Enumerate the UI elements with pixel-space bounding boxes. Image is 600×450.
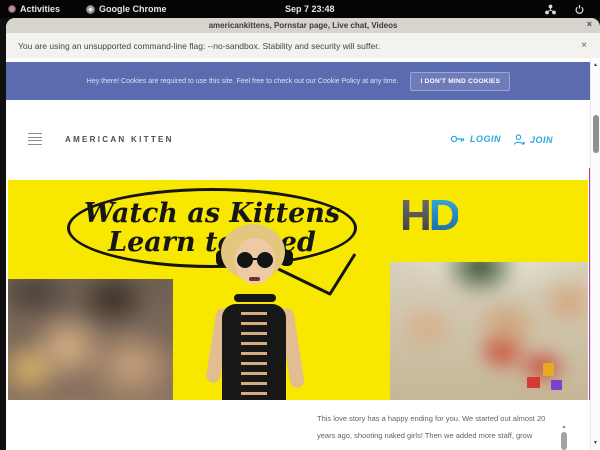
main-scroll-down-icon[interactable]: ▼	[591, 440, 600, 446]
window-title-bar[interactable]: americankittens, Pornstar page, Live cha…	[6, 18, 600, 33]
hd-letter-d: D	[429, 194, 458, 238]
hd-logo: H D	[400, 194, 458, 238]
main-scroll-up-icon[interactable]: ▲	[591, 62, 600, 68]
join-button[interactable]: JOIN	[513, 134, 553, 146]
hd-letter-h: H	[400, 194, 429, 238]
join-label: JOIN	[530, 135, 553, 145]
page-viewport: Hey there! Cookies are required to use t…	[6, 58, 600, 450]
activities-label: Activities	[20, 4, 60, 14]
main-scrollbar[interactable]: ▲ ▼	[590, 58, 600, 450]
lips-shape	[249, 277, 260, 281]
close-tab-icon[interactable]: ×	[587, 19, 592, 29]
sunglasses-left-lens	[237, 252, 253, 268]
main-scrollbar-thumb[interactable]	[593, 115, 599, 153]
gnome-top-bar: Activities Google Chrome Sep 7 23:48	[0, 0, 600, 18]
photo-left-blur	[8, 279, 173, 400]
login-button[interactable]: LOGIN	[450, 134, 501, 144]
bubble-line-1: Watch as Kittens	[84, 199, 340, 228]
cookie-banner: Hey there! Cookies are required to use t…	[6, 62, 591, 100]
about-line-1: This love story has a happy ending for y…	[317, 410, 559, 427]
about-scrollbar[interactable]: ▲	[560, 424, 568, 450]
photo-right-placeholder[interactable]	[390, 262, 588, 400]
sunglasses-right-lens	[257, 252, 273, 268]
app-menu-label: Google Chrome	[99, 4, 167, 14]
dismiss-warning-icon[interactable]: ×	[581, 40, 587, 51]
activities-button[interactable]: Activities	[8, 0, 60, 18]
key-icon	[450, 134, 465, 144]
sandbox-warning-bar: You are using an unsupported command-lin…	[6, 33, 600, 59]
menu-icon[interactable]	[28, 133, 42, 145]
desktop-screen: Activities Google Chrome Sep 7 23:48 ame…	[0, 0, 600, 450]
power-icon	[574, 4, 585, 15]
power-menu-button[interactable]	[574, 0, 585, 18]
activities-indicator-icon	[8, 5, 16, 13]
sunglasses-bridge	[251, 258, 261, 260]
black-top-shape	[222, 304, 286, 400]
browser-window: americankittens, Pornstar page, Live cha…	[6, 18, 600, 450]
cutout-pattern	[241, 312, 267, 400]
tab-title: americankittens, Pornstar page, Live cha…	[209, 21, 398, 30]
login-label: LOGIN	[470, 134, 501, 144]
sandbox-warning-text: You are using an unsupported command-lin…	[18, 41, 380, 51]
chrome-app-icon	[86, 5, 95, 14]
gift-box-purple	[551, 380, 562, 390]
site-logo[interactable]: AMERICAN KITTEN	[65, 135, 174, 144]
network-icon	[545, 4, 556, 15]
about-paragraph: This love story has a happy ending for y…	[317, 410, 559, 444]
gift-box-red	[527, 377, 540, 388]
hero-banner[interactable]: Watch as Kittens Learn to Feed H D	[8, 180, 588, 400]
about-scrollbar-thumb[interactable]	[561, 432, 567, 450]
user-plus-icon	[513, 134, 525, 146]
about-line-2: years ago, shooting naked girls! Then we…	[317, 427, 559, 444]
photo-left-placeholder[interactable]	[8, 279, 173, 400]
clock-label: Sep 7 23:48	[285, 4, 335, 14]
accept-cookies-button[interactable]: I DON'T MIND COOKIES	[410, 72, 510, 91]
gift-box-gold	[543, 363, 554, 376]
scroll-up-icon[interactable]: ▲	[560, 424, 568, 430]
choker-shape	[234, 294, 276, 302]
clock-button[interactable]: Sep 7 23:48	[285, 0, 335, 18]
network-status-button[interactable]	[545, 0, 556, 18]
app-menu-button[interactable]: Google Chrome	[86, 0, 167, 18]
cookie-message: Hey there! Cookies are required to use t…	[87, 78, 399, 85]
